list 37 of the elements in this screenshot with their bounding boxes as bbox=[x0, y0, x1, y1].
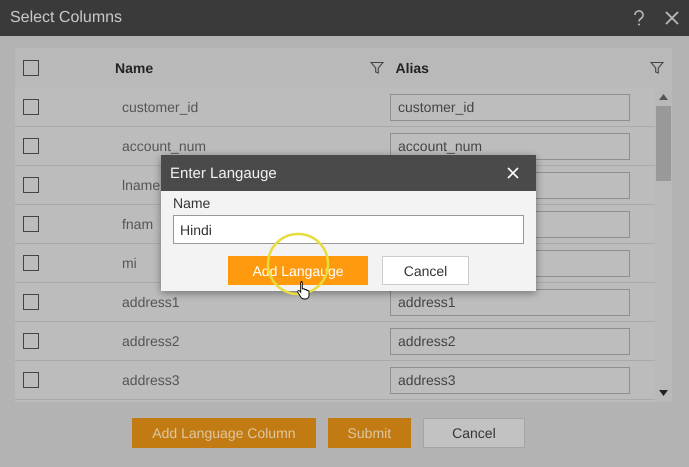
column-name: lname bbox=[122, 177, 160, 193]
name-input[interactable]: Hindi bbox=[173, 215, 524, 244]
row-checkbox[interactable] bbox=[23, 138, 39, 154]
scrollbar-thumb[interactable] bbox=[656, 106, 671, 181]
column-header: Name bbox=[115, 60, 154, 76]
row-checkbox[interactable] bbox=[23, 372, 39, 388]
column-name: address1 bbox=[122, 294, 180, 310]
window-title: Select Columns bbox=[10, 9, 124, 27]
row-checkbox[interactable] bbox=[23, 294, 39, 310]
column-name: fnam bbox=[122, 216, 154, 232]
close-icon[interactable] bbox=[665, 11, 679, 25]
filter-icon[interactable] bbox=[650, 61, 664, 75]
modal-title: Enter Langauge bbox=[170, 164, 277, 182]
row-checkbox[interactable] bbox=[23, 216, 39, 232]
alias-field[interactable]: address2 bbox=[390, 328, 630, 354]
column-name: address2 bbox=[122, 333, 180, 349]
alias-field[interactable]: account_num bbox=[390, 132, 630, 160]
filter-icon[interactable] bbox=[370, 61, 384, 75]
field-label: Name bbox=[173, 195, 212, 211]
alias-field[interactable]: customer_id bbox=[390, 94, 630, 120]
column-header: Alias bbox=[396, 60, 430, 76]
scroll-down-icon[interactable] bbox=[659, 390, 668, 396]
dialog-button[interactable]: Cancel bbox=[423, 418, 525, 448]
alias-field[interactable]: address1 bbox=[390, 288, 630, 316]
alias-field[interactable]: address3 bbox=[390, 366, 630, 394]
select-all-checkbox[interactable] bbox=[23, 60, 39, 76]
column-name: account_num bbox=[122, 138, 206, 154]
row-checkbox[interactable] bbox=[23, 177, 39, 193]
column-name: mi bbox=[122, 255, 137, 271]
row-checkbox[interactable] bbox=[23, 99, 39, 115]
row-checkbox[interactable] bbox=[23, 333, 39, 349]
column-name: customer_id bbox=[122, 99, 198, 115]
column-name: address3 bbox=[122, 372, 180, 388]
modal-button[interactable]: Cancel bbox=[382, 256, 469, 285]
scroll-up-icon[interactable] bbox=[659, 94, 668, 100]
row-checkbox[interactable] bbox=[23, 255, 39, 271]
help-icon[interactable] bbox=[633, 10, 645, 26]
